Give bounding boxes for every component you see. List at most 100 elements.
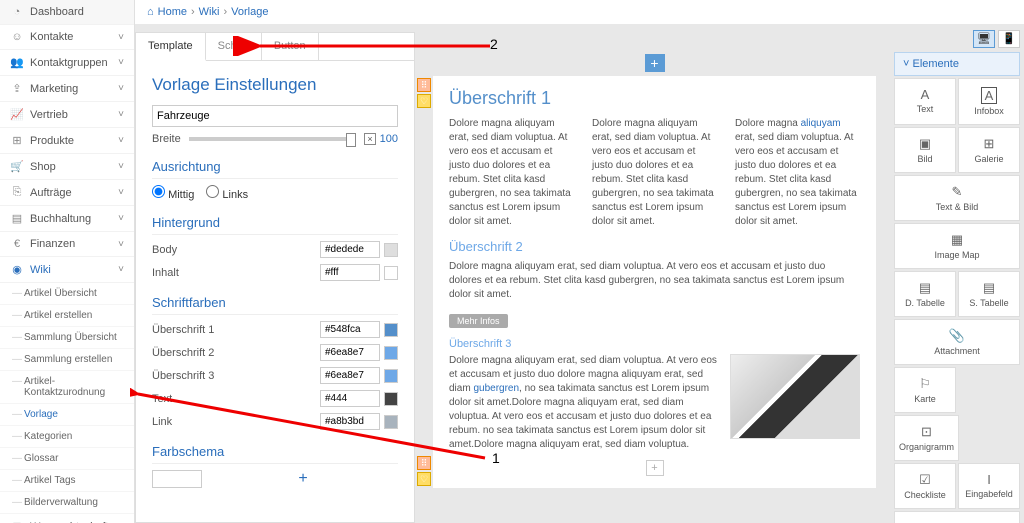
element-d-tabelle[interactable]: ▤D. Tabelle: [894, 271, 956, 317]
align-left[interactable]: Links: [206, 185, 248, 201]
nav-sub-artikel-erstellen[interactable]: Artikel erstellen: [0, 305, 134, 327]
nav-sub-sammlung-übersicht[interactable]: Sammlung Übersicht: [0, 327, 134, 349]
row-handle[interactable]: ⠿: [417, 78, 431, 92]
template-name-input[interactable]: [152, 105, 398, 127]
nav-icon: ▤: [10, 212, 24, 225]
scheme-box[interactable]: [152, 470, 202, 488]
crumb-page[interactable]: Vorlage: [231, 6, 268, 18]
width-reset[interactable]: ×: [364, 133, 375, 145]
crumb-home[interactable]: Home: [158, 6, 187, 18]
nav-sub-bilderverwaltung[interactable]: Bilderverwaltung: [0, 492, 134, 514]
add-row-top[interactable]: +: [645, 54, 665, 72]
element-attachment[interactable]: 📎Attachment: [894, 319, 1020, 365]
fc-text-swatch[interactable]: [384, 392, 398, 406]
fc-h3-swatch[interactable]: [384, 369, 398, 383]
nav-kontakte[interactable]: ☺Kontakte˅: [0, 25, 134, 50]
tab-template[interactable]: Template: [136, 33, 206, 61]
nav-sub-glossar[interactable]: Glossar: [0, 448, 134, 470]
chevron-down-icon: ˅: [118, 83, 124, 94]
nav-icon: ⎘: [10, 186, 24, 199]
nav-sub-artikel-kontaktzurodnung[interactable]: Artikel-Kontaktzurodnung: [0, 371, 134, 404]
align-center[interactable]: Mittig: [152, 185, 194, 201]
element-icon: ▦: [951, 232, 963, 248]
fc-link-swatch[interactable]: [384, 415, 398, 429]
row-hint[interactable]: ♡: [417, 94, 431, 108]
element-galerie[interactable]: ⊞Galerie: [958, 127, 1020, 173]
scheme-add[interactable]: +: [208, 470, 398, 488]
fc-head: Schriftfarben: [152, 295, 398, 315]
tab-schrift[interactable]: Schrift: [206, 33, 262, 60]
col-3: Dolore magna aliquyam erat, sed diam vol…: [735, 117, 860, 229]
element-image-map[interactable]: ▦Image Map: [894, 223, 1020, 269]
fc-h1-swatch[interactable]: [384, 323, 398, 337]
fc-h2-input[interactable]: [320, 344, 380, 361]
width-slider[interactable]: [189, 137, 357, 141]
element-icon: 📎: [949, 328, 965, 344]
element-text[interactable]: AText: [894, 78, 956, 125]
element-text-bild[interactable]: ✎Text & Bild: [894, 175, 1020, 221]
acc-elemente[interactable]: ˅ Elemente: [894, 52, 1020, 76]
chevron-down-icon: ˅: [118, 109, 124, 120]
tab-button[interactable]: Button: [262, 33, 319, 60]
nav-warenwirtschaft[interactable]: ⊞Warenwirtschaft˅: [0, 514, 134, 523]
element-eingabefeld[interactable]: IEingabefeld: [958, 463, 1020, 509]
fc-h1-input[interactable]: [320, 321, 380, 338]
bg-content-swatch[interactable]: [384, 266, 398, 280]
nav-sub-artikel-tags[interactable]: Artikel Tags: [0, 470, 134, 492]
nav-dashboard[interactable]: ◔Dashboard: [0, 0, 134, 25]
crumb-wiki[interactable]: Wiki: [199, 6, 220, 18]
nav-wiki[interactable]: ◉Wiki˅: [0, 257, 134, 283]
width-value: 100: [380, 133, 398, 145]
nav-icon: ⇪: [10, 82, 24, 95]
nav-sub-artikel-übersicht[interactable]: Artikel Übersicht: [0, 283, 134, 305]
element-icon: ▣: [919, 136, 931, 152]
nav-sub-vorlage[interactable]: Vorlage: [0, 404, 134, 426]
fc-text-input[interactable]: [320, 390, 380, 407]
element-s-tabelle[interactable]: ▤S. Tabelle: [958, 271, 1020, 317]
view-desktop[interactable]: 🖥: [973, 30, 995, 48]
chevron-down-icon: ˅: [118, 135, 124, 146]
chevron-down-icon: ˅: [118, 213, 124, 224]
add-inside[interactable]: +: [646, 460, 664, 476]
col-2: Dolore magna aliquyam erat, sed diam vol…: [592, 117, 717, 229]
element-infobox[interactable]: AInfobox: [958, 78, 1020, 125]
element-icon: ▤: [919, 280, 931, 296]
chevron-down-icon: ˅: [118, 32, 124, 43]
nav-kontaktgruppen[interactable]: 👥Kontaktgruppen˅: [0, 50, 134, 76]
fc-link-input[interactable]: [320, 413, 380, 430]
element-diagramm[interactable]: ◔Diagramm: [894, 511, 1020, 523]
nav-marketing[interactable]: ⇪Marketing˅: [0, 76, 134, 102]
nav-icon: 📈: [10, 108, 24, 121]
element-karte[interactable]: ⚐Karte: [894, 367, 956, 413]
more-badge[interactable]: Mehr Infos: [449, 314, 508, 328]
row-handle-2[interactable]: ⠿: [417, 456, 431, 470]
nav-sub-sammlung-erstellen[interactable]: Sammlung erstellen: [0, 349, 134, 371]
view-mobile[interactable]: 📱: [998, 30, 1020, 48]
fc-h2-swatch[interactable]: [384, 346, 398, 360]
nav-produkte[interactable]: ⊞Produkte˅: [0, 128, 134, 154]
bg-body-input[interactable]: [320, 241, 380, 258]
element-icon: ⊡: [921, 424, 932, 440]
bg-body-swatch[interactable]: [384, 243, 398, 257]
element-organigramm[interactable]: ⊡Organigramm: [894, 415, 959, 461]
chevron-down-icon: ˅: [118, 264, 124, 275]
element-icon: ☑: [919, 472, 931, 488]
nav-finanzen[interactable]: €Finanzen˅: [0, 232, 134, 257]
nav-buchhaltung[interactable]: ▤Buchhaltung˅: [0, 206, 134, 232]
nav-aufträge[interactable]: ⎘Aufträge˅: [0, 180, 134, 206]
nav-shop[interactable]: 🛒Shop˅: [0, 154, 134, 180]
chevron-down-icon: ˅: [118, 187, 124, 198]
element-bild[interactable]: ▣Bild: [894, 127, 956, 173]
col-1: Dolore magna aliquyam erat, sed diam vol…: [449, 117, 574, 229]
settings-tabs: Template Schrift Button: [136, 33, 414, 61]
element-checkliste[interactable]: ☑Checkliste: [894, 463, 956, 509]
row-hint-2[interactable]: ♡: [417, 472, 431, 486]
nav-vertrieb[interactable]: 📈Vertrieb˅: [0, 102, 134, 128]
nav-icon: ☺: [10, 31, 24, 43]
nav-icon: ⊞: [10, 134, 24, 147]
fc-h3-input[interactable]: [320, 367, 380, 384]
elements-panel: 🖥 📱 ˅ Elemente ATextAInfobox▣Bild⊞Galeri…: [894, 24, 1024, 523]
bg-content-input[interactable]: [320, 264, 380, 281]
nav-sub-kategorien[interactable]: Kategorien: [0, 426, 134, 448]
nav-icon: ◔: [10, 6, 24, 18]
